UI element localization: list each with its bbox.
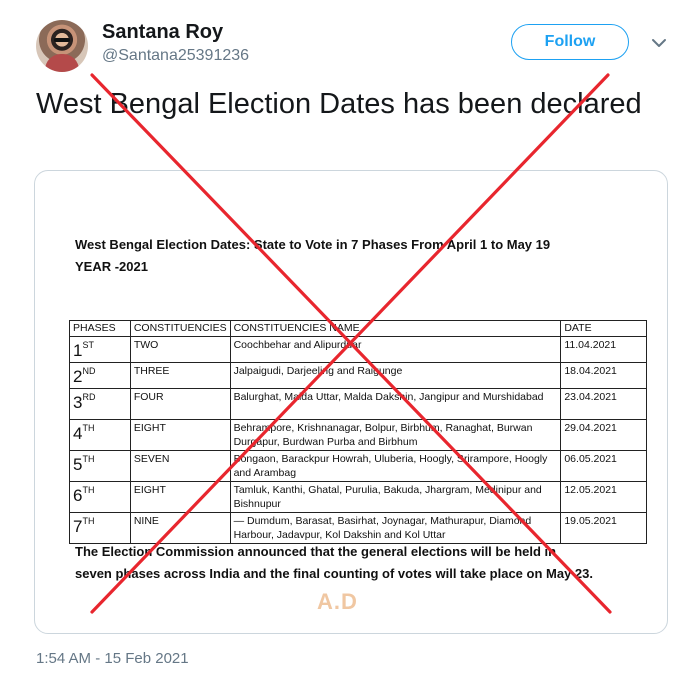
header-phases: PHASES — [69, 320, 131, 337]
tweet-timestamp[interactable]: 1:54 AM - 15 Feb 2021 — [36, 650, 189, 667]
date-cell: 19.05.2021 — [560, 512, 647, 544]
table-row: 1ST TWO Coochbehar and Alipurduar 11.04.… — [69, 336, 647, 363]
header-constituencies: CONSTITUENCIES — [129, 320, 231, 337]
tweet-image[interactable]: West Bengal Election Dates: State to Vot… — [34, 170, 668, 634]
date-cell: 11.04.2021 — [560, 336, 647, 363]
names-cell: Behrampore, Krishnanagar, Bolpur, Birbhu… — [229, 419, 562, 451]
document-footer-line-1: The Election Commission announced that t… — [75, 544, 557, 559]
author-handle[interactable]: @Santana25391236 — [102, 47, 249, 65]
date-cell: 29.04.2021 — [560, 419, 647, 451]
date-cell: 12.05.2021 — [560, 481, 647, 513]
count-cell: EIGHT — [129, 419, 231, 451]
watermark: A.D — [317, 589, 358, 614]
table-row: 3RD FOUR Balurghat, Malda Uttar, Malda D… — [69, 388, 647, 420]
phase-cell: 4TH — [69, 419, 131, 451]
names-cell: Bongaon, Barackpur Howrah, Uluberia, Hoo… — [229, 450, 562, 482]
table-row: 6TH EIGHT Tamluk, Kanthi, Ghatal, Puruli… — [69, 481, 647, 513]
tweet-text: West Bengal Election Dates has been decl… — [36, 88, 642, 120]
document-title: West Bengal Election Dates: State to Vot… — [75, 234, 635, 278]
header-constituencies-name: CONSTITUENCIES NAME — [229, 320, 562, 337]
phase-cell: 2ND — [69, 362, 131, 389]
names-cell: Coochbehar and Alipurduar — [229, 336, 562, 363]
avatar[interactable] — [36, 20, 88, 72]
date-cell: 18.04.2021 — [560, 362, 647, 389]
follow-button[interactable]: Follow — [511, 24, 629, 60]
date-cell: 23.04.2021 — [560, 388, 647, 420]
phase-cell: 7TH — [69, 512, 131, 544]
document-footer-line-2: seven phases across India and the final … — [75, 566, 593, 581]
election-schedule-table: PHASES CONSTITUENCIES CONSTITUENCIES NAM… — [69, 320, 647, 544]
table-row: 7TH NINE — Dumdum, Barasat, Basirhat, Jo… — [69, 512, 647, 544]
tweet-header: Santana Roy @Santana25391236 Follow — [0, 0, 700, 80]
count-cell: THREE — [129, 362, 231, 389]
table-row: 4TH EIGHT Behrampore, Krishnanagar, Bolp… — [69, 419, 647, 451]
names-cell: Jalpaigudi, Darjeeling and Raigunge — [229, 362, 562, 389]
table-row: 2ND THREE Jalpaigudi, Darjeeling and Rai… — [69, 362, 647, 389]
document-title-line-1: West Bengal Election Dates: State to Vot… — [75, 237, 551, 252]
names-cell: Tamluk, Kanthi, Ghatal, Purulia, Bakuda,… — [229, 481, 562, 513]
chevron-down-icon[interactable] — [650, 34, 668, 52]
date-cell: 06.05.2021 — [560, 450, 647, 482]
avatar-shirt — [45, 54, 79, 72]
names-cell: Balurghat, Malda Uttar, Malda Dakshin, J… — [229, 388, 562, 420]
table-row: 5TH SEVEN Bongaon, Barackpur Howrah, Ulu… — [69, 450, 647, 482]
author-name[interactable]: Santana Roy — [102, 21, 223, 44]
avatar-glasses — [54, 38, 70, 42]
count-cell: FOUR — [129, 388, 231, 420]
names-cell: — Dumdum, Barasat, Basirhat, Joynagar, M… — [229, 512, 562, 544]
header-date: DATE — [560, 320, 647, 337]
phase-cell: 3RD — [69, 388, 131, 420]
table-header-row: PHASES CONSTITUENCIES CONSTITUENCIES NAM… — [69, 320, 647, 337]
count-cell: TWO — [129, 336, 231, 363]
document-title-line-2: YEAR -2021 — [75, 259, 148, 274]
phase-cell: 1ST — [69, 336, 131, 363]
phase-cell: 5TH — [69, 450, 131, 482]
document-footer: The Election Commission announced that t… — [75, 541, 645, 585]
count-cell: SEVEN — [129, 450, 231, 482]
count-cell: NINE — [129, 512, 231, 544]
count-cell: EIGHT — [129, 481, 231, 513]
phase-cell: 6TH — [69, 481, 131, 513]
